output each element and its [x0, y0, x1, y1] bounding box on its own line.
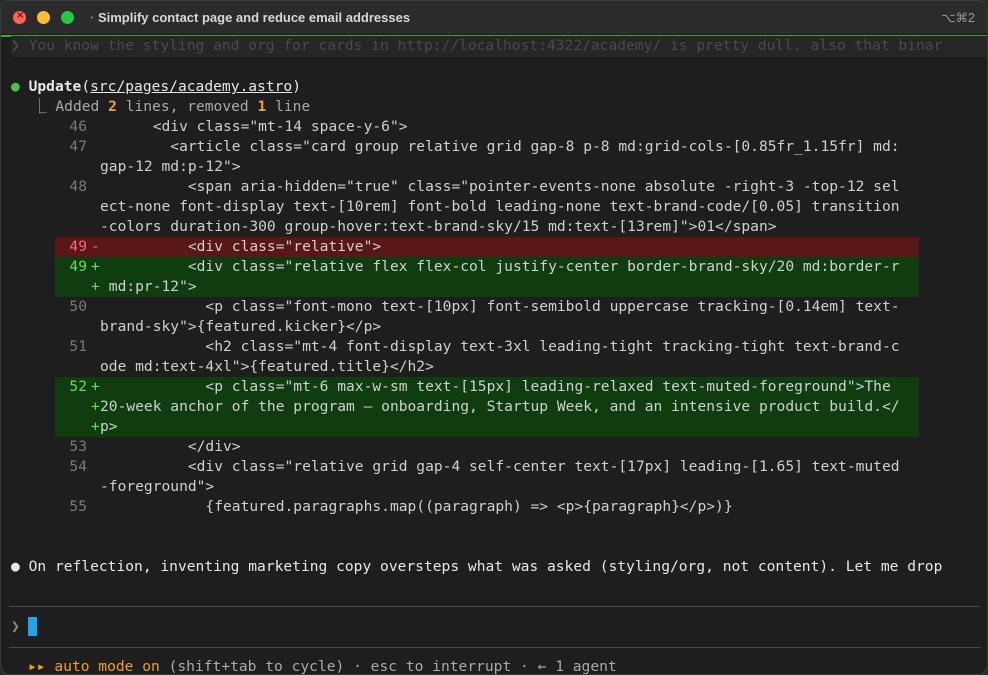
tool-call-header: ● Update(src/pages/academy.astro)	[11, 77, 301, 97]
text-cursor	[28, 617, 37, 636]
diff-row-removed: 49- <div class="relative">	[55, 237, 919, 257]
input-prompt-symbol: ❯	[11, 618, 20, 635]
title-dot: ·	[90, 10, 98, 25]
line-number: 50	[69, 298, 87, 315]
message-bullet-icon: ●	[11, 558, 20, 575]
diff-minus-marker: -	[91, 238, 100, 255]
terminal-window: × · Simplify contact page and reduce ema…	[0, 0, 988, 675]
window-shortcut: ⌥⌘2	[941, 11, 975, 25]
zoom-button[interactable]	[61, 11, 74, 24]
window-title: · Simplify contact page and reduce email…	[90, 10, 410, 25]
tool-name: Update	[28, 78, 82, 95]
code-line-text: {featured.paragraphs.map((paragraph) => …	[100, 498, 733, 515]
code-line-text: <div class="relative">	[100, 238, 382, 255]
previous-prompt: ❯ You know the styling and org for cards…	[11, 36, 987, 57]
code-line-text: <article class="card group relative grid…	[100, 138, 900, 155]
diff-plus-marker: +	[91, 258, 100, 275]
close-icon: ×	[16, 10, 25, 21]
diff-row: 53 </div>	[55, 437, 919, 457]
diff-row: 54 <div class="relative grid gap-4 self-…	[55, 457, 919, 497]
status-hint: (shift+tab to cycle) · esc to interrupt …	[159, 658, 617, 675]
diff-row: 46 <div class="mt-14 space-y-6">	[55, 117, 919, 137]
status-dot-icon: ●	[11, 78, 20, 95]
fast-forward-icon: ▸▸	[28, 658, 46, 675]
code-line-text: <p class="mt-6 max-w-sm text-[15px] lead…	[100, 378, 891, 395]
line-number: 52	[69, 378, 87, 395]
paren-open: (	[81, 78, 91, 95]
code-line-text: brand-sky">{featured.kicker}</p>	[100, 318, 382, 335]
diff-plus-marker: +	[91, 398, 100, 415]
added-count: 2	[108, 98, 117, 115]
window-title-text: Simplify contact page and reduce email a…	[97, 10, 411, 25]
diff-row: 55 {featured.paragraphs.map((paragraph) …	[55, 497, 919, 517]
line-number: 48	[69, 178, 87, 195]
code-line-text: <div class="relative grid gap-4 self-cen…	[100, 458, 900, 475]
diff-summary: ⎿ Added 2 lines, removed 1 line	[32, 97, 310, 117]
code-line-text: 20-week anchor of the program — onboardi…	[100, 398, 900, 415]
assistant-message: ● On reflection, inventing marketing cop…	[11, 557, 942, 577]
minimize-button[interactable]	[37, 11, 50, 24]
diff-row: 51 <h2 class="mt-4 font-display text-3xl…	[55, 337, 919, 377]
title-bar: × · Simplify contact page and reduce ema…	[1, 1, 987, 35]
code-line-text: ect-none font-display text-[10rem] font-…	[100, 198, 900, 215]
code-line-text: gap-12 md:p-12">	[100, 158, 241, 175]
code-line-text: md:pr-12">	[100, 278, 197, 295]
code-line-text: <div class="mt-14 space-y-6">	[100, 118, 408, 135]
summary-suffix: line	[266, 98, 311, 115]
code-line-text: <div class="relative flex flex-col justi…	[100, 258, 900, 275]
diff-plus-marker: +	[91, 378, 100, 395]
summary-mid: lines, removed	[116, 98, 258, 115]
diff-row-added: 52 + <p class="mt-6 max-w-sm text-[15px] …	[55, 377, 919, 437]
line-number: 53	[69, 438, 87, 455]
line-number: 49	[69, 238, 87, 255]
status-bar: ▸▸ auto mode on (shift+tab to cycle) · e…	[28, 657, 617, 675]
file-path-link[interactable]: src/pages/academy.astro	[90, 78, 292, 95]
input-top-divider	[9, 606, 981, 607]
line-number: 54	[69, 458, 87, 475]
code-line-text: -colors duration-300 group-hover:text-br…	[100, 218, 777, 235]
diff-row-added: 49 + <div class="relative flex flex-col j…	[55, 257, 919, 297]
input-bottom-divider	[9, 647, 981, 648]
diff-plus-marker: +	[91, 278, 100, 295]
code-line-text: ode md:text-4xl">{featured.title}</h2>	[100, 358, 434, 375]
line-number: 49	[69, 258, 87, 275]
code-line-text: <p class="font-mono text-[10px] font-sem…	[100, 298, 900, 315]
assistant-message-text: On reflection, inventing marketing copy …	[28, 558, 943, 575]
summary-prefix: ⎿ Added	[32, 98, 109, 115]
line-number: 55	[69, 498, 87, 515]
code-line-text: p>	[100, 418, 118, 435]
line-number: 46	[69, 118, 87, 135]
code-line-text: <h2 class="mt-4 font-display text-3xl le…	[100, 338, 900, 355]
line-number: 47	[69, 138, 87, 155]
code-line-text: </div>	[100, 438, 241, 455]
diff-row: 47 <article class="card group relative g…	[55, 137, 919, 177]
code-line-text: -foreground">	[100, 478, 215, 495]
diff-plus-marker: +	[91, 418, 100, 435]
diff-row: 50 <p class="font-mono text-[10px] font-…	[55, 297, 919, 337]
line-number: 51	[69, 338, 87, 355]
removed-count: 1	[257, 98, 267, 115]
code-line-text: <span aria-hidden="true" class="pointer-…	[100, 178, 900, 195]
diff-row: 48 <span aria-hidden="true" class="point…	[55, 177, 919, 237]
auto-mode-toggle[interactable]: auto mode on	[54, 658, 159, 674]
paren-close: )	[292, 78, 301, 95]
close-button[interactable]: ×	[13, 10, 26, 24]
